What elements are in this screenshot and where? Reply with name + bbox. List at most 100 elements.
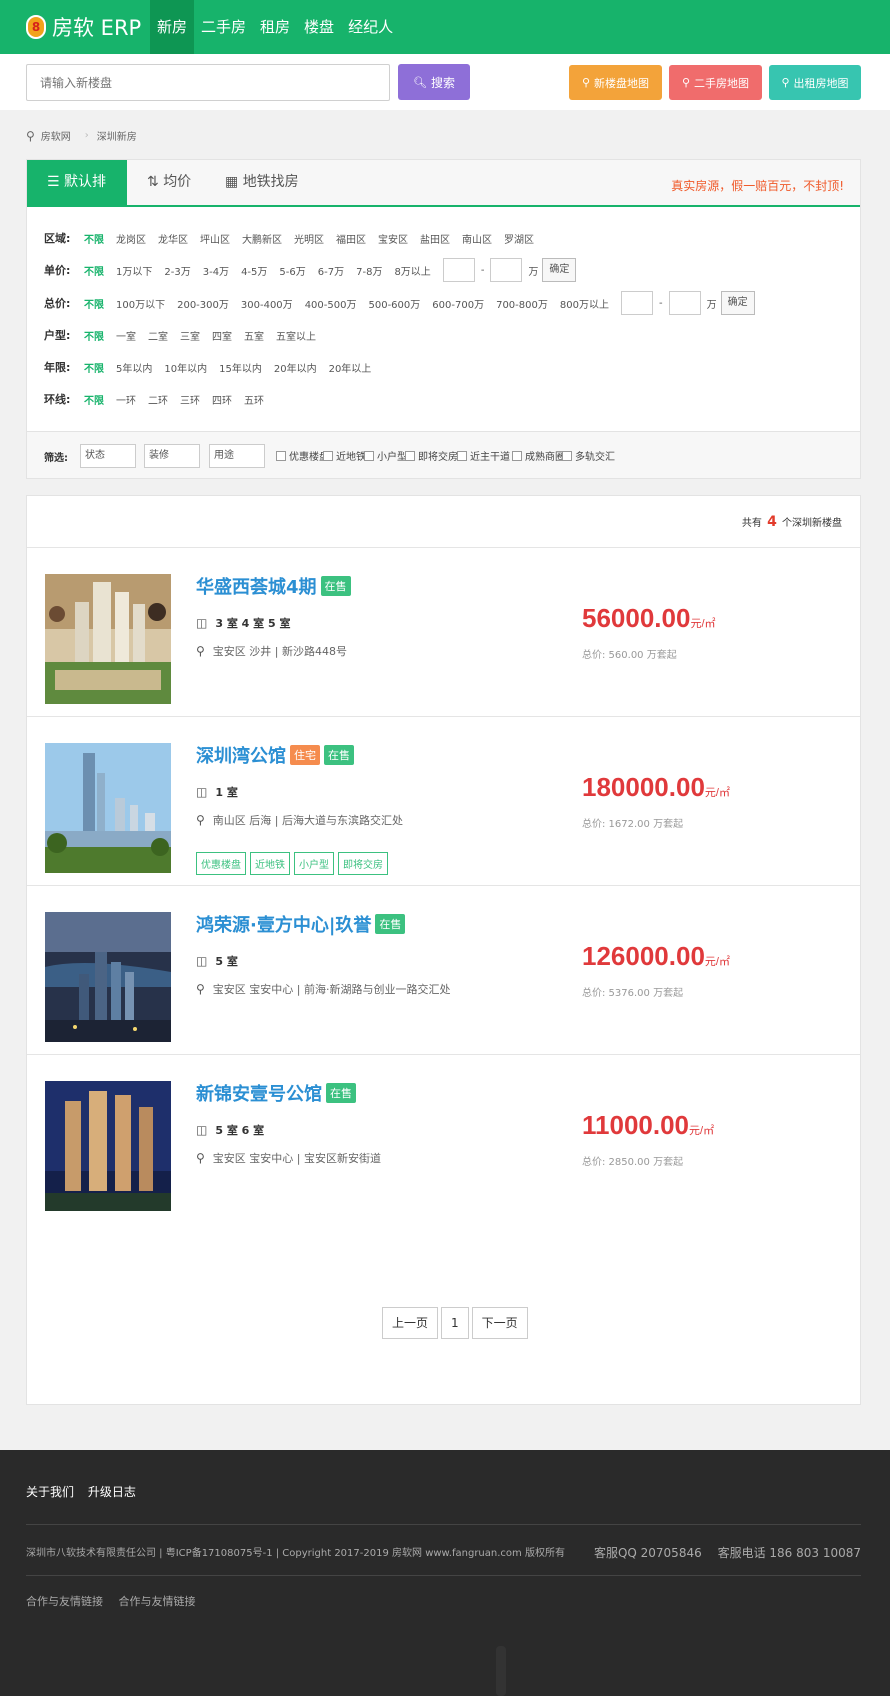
property-name[interactable]: 华盛西荟城4期 (196, 573, 317, 599)
checkbox-3[interactable]: 即将交房 (405, 448, 458, 463)
filter-option[interactable]: 不限 (84, 296, 104, 311)
filter-option[interactable]: 龙华区 (158, 231, 188, 246)
filter-option[interactable]: 宝安区 (378, 231, 408, 246)
search-input[interactable] (26, 64, 390, 101)
filter-option[interactable]: 10年以内 (164, 360, 207, 375)
property-name[interactable]: 深圳湾公馆 (196, 742, 286, 768)
partner-link[interactable]: 合作与友情链接 (26, 1595, 103, 1608)
filter-option[interactable]: 100万以下 (116, 296, 165, 311)
checkbox-icon[interactable] (364, 450, 374, 461)
filter-option[interactable]: 龙岗区 (116, 231, 146, 246)
prev-page-button[interactable]: 上一页 (382, 1307, 439, 1339)
property-name[interactable]: 鸿荣源·壹方中心|玖誉 (196, 911, 371, 937)
changelog-link[interactable]: 升级日志 (88, 1485, 136, 1499)
checkbox-icon[interactable] (562, 450, 572, 461)
filter-option[interactable]: 盐田区 (420, 231, 450, 246)
filter-option[interactable]: 4-5万 (241, 263, 267, 278)
filter-option[interactable]: 3-4万 (203, 263, 229, 278)
filter-option[interactable]: 700-800万 (496, 296, 548, 311)
filter-option[interactable]: 二室 (148, 328, 168, 343)
tab-metro-search[interactable]: ▦ 地铁找房 (205, 160, 319, 205)
usage-select[interactable]: 用途 (209, 444, 265, 468)
filter-option[interactable]: 5年以内 (116, 360, 152, 375)
range-max-input[interactable] (490, 258, 523, 282)
checkbox-icon[interactable] (405, 450, 415, 461)
property-photo[interactable] (45, 743, 171, 873)
range-max-input[interactable] (668, 291, 701, 315)
checkbox-icon[interactable] (512, 450, 522, 461)
property-title[interactable]: 华盛西荟城4期 在售 (196, 573, 351, 599)
filter-option[interactable]: 不限 (84, 392, 104, 407)
filter-option[interactable]: 2-3万 (164, 263, 190, 278)
property-name[interactable]: 新锦安壹号公馆 (196, 1080, 322, 1106)
filter-option[interactable]: 坪山区 (200, 231, 230, 246)
filter-option[interactable]: 1万以下 (116, 263, 152, 278)
filter-option[interactable]: 300-400万 (241, 296, 293, 311)
checkbox-icon[interactable] (457, 450, 467, 461)
filter-option[interactable]: 600-700万 (432, 296, 484, 311)
filter-option[interactable]: 大鹏新区 (242, 231, 282, 246)
filter-option[interactable]: 5-6万 (279, 263, 305, 278)
nav-item-1[interactable]: 二手房 (194, 0, 253, 54)
property-title[interactable]: 深圳湾公馆 住宅 在售 (196, 742, 354, 768)
filter-option[interactable]: 罗湖区 (504, 231, 534, 246)
filter-option[interactable]: 20年以内 (274, 360, 317, 375)
filter-option[interactable]: 南山区 (462, 231, 492, 246)
about-link[interactable]: 关于我们 (26, 1485, 74, 1499)
range-min-input[interactable] (442, 258, 475, 282)
filter-option[interactable]: 五环 (244, 392, 264, 407)
secondhand-map-button[interactable]: ⚲ 二手房地图 (669, 65, 762, 100)
filter-option[interactable]: 不限 (84, 360, 104, 375)
checkbox-5[interactable]: 成熟商圈 (512, 448, 565, 463)
checkbox-0[interactable]: 优惠楼盘 (276, 448, 329, 463)
filter-option[interactable]: 200-300万 (177, 296, 229, 311)
filter-option[interactable]: 6-7万 (318, 263, 344, 278)
filter-option[interactable]: 一室 (116, 328, 136, 343)
decoration-select[interactable]: 装修 (144, 444, 200, 468)
filter-option[interactable]: 7-8万 (356, 263, 382, 278)
property-title[interactable]: 鸿荣源·壹方中心|玖誉 在售 (196, 911, 406, 937)
filter-option[interactable]: 不限 (84, 263, 104, 278)
tab-average-price[interactable]: ⇅ 均价 (127, 160, 211, 205)
checkbox-4[interactable]: 近主干道 (457, 448, 510, 463)
filter-option[interactable]: 二环 (148, 392, 168, 407)
new-house-map-button[interactable]: ⚲ 新楼盘地图 (569, 65, 662, 100)
filter-option[interactable]: 500-600万 (368, 296, 420, 311)
property-title[interactable]: 新锦安壹号公馆 在售 (196, 1080, 356, 1106)
nav-item-2[interactable]: 租房 (253, 0, 297, 54)
checkbox-6[interactable]: 多轨交汇 (562, 448, 615, 463)
filter-option[interactable]: 400-500万 (305, 296, 357, 311)
filter-option[interactable]: 光明区 (294, 231, 324, 246)
page-1-button[interactable]: 1 (441, 1307, 469, 1339)
filter-option[interactable]: 不限 (84, 231, 104, 246)
checkbox-2[interactable]: 小户型 (364, 448, 407, 463)
filter-option[interactable]: 五室 (244, 328, 264, 343)
site-logo[interactable]: 8 房软 ERP (26, 12, 141, 42)
filter-option[interactable]: 四室 (212, 328, 232, 343)
tab-default-sort[interactable]: ☰ 默认排序 (27, 160, 127, 235)
filter-option[interactable]: 五室以上 (276, 328, 316, 343)
nav-item-4[interactable]: 经纪人 (341, 0, 400, 54)
range-min-input[interactable] (620, 291, 653, 315)
filter-option[interactable]: 15年以内 (219, 360, 262, 375)
range-confirm-button[interactable]: 确定 (542, 258, 577, 282)
filter-option[interactable]: 福田区 (336, 231, 366, 246)
range-confirm-button[interactable]: 确定 (720, 291, 755, 315)
filter-option[interactable]: 不限 (84, 328, 104, 343)
breadcrumb-home[interactable]: 房软网 (41, 128, 71, 143)
filter-option[interactable]: 三室 (180, 328, 200, 343)
nav-item-3[interactable]: 楼盘 (297, 0, 341, 54)
filter-option[interactable]: 一环 (116, 392, 136, 407)
search-button[interactable]: 🔍︎ 搜索 (398, 64, 470, 100)
nav-item-0[interactable]: 新房 (150, 0, 195, 54)
property-photo[interactable] (45, 574, 171, 704)
partner-link[interactable]: 合作与友情链接 (119, 1595, 196, 1608)
rental-map-button[interactable]: ⚲ 出租房地图 (769, 65, 861, 100)
checkbox-icon[interactable] (276, 450, 286, 461)
next-page-button[interactable]: 下一页 (471, 1307, 528, 1339)
filter-option[interactable]: 800万以上 (560, 296, 609, 311)
filter-option[interactable]: 8万以上 (394, 263, 430, 278)
filter-option[interactable]: 三环 (180, 392, 200, 407)
property-photo[interactable] (45, 1081, 171, 1211)
checkbox-1[interactable]: 近地铁 (323, 448, 366, 463)
